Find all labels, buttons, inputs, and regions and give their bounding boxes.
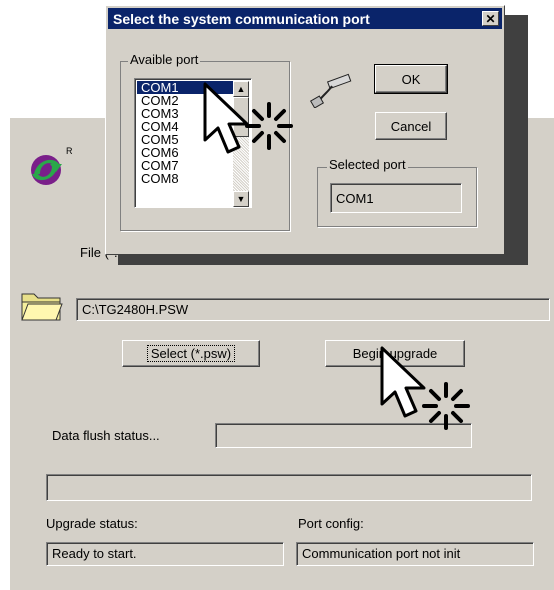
port-list-item[interactable]: COM8 (137, 172, 243, 185)
upgrade-status-field: Ready to start. (46, 542, 284, 566)
port-config-label: Port config: (298, 516, 364, 531)
port-select-dialog: Select the system communication port ✕ A… (105, 5, 505, 255)
cancel-button-label: Cancel (390, 118, 432, 134)
pointer-cursor-icon (380, 346, 480, 442)
select-file-button[interactable]: Select (*.psw) (122, 340, 260, 367)
ok-button[interactable]: OK (374, 64, 448, 94)
selected-port-field: COM1 (330, 183, 462, 213)
file-path-field[interactable]: C:\TG2480H.PSW (76, 298, 550, 321)
scroll-down-icon[interactable]: ▼ (233, 191, 249, 207)
serial-cable-icon (309, 72, 354, 109)
available-port-label: Avaible port (128, 52, 201, 67)
folder-icon[interactable] (20, 288, 64, 324)
dialog-titlebar[interactable]: Select the system communication port ✕ (108, 8, 502, 29)
pointer-cursor-icon (203, 82, 303, 168)
dialog-title: Select the system communication port (113, 11, 370, 27)
close-icon[interactable]: ✕ (482, 11, 499, 26)
upgrade-status-label: Upgrade status: (46, 516, 138, 531)
logo-registered-mark: R (66, 146, 73, 156)
logo-icon: R (28, 146, 73, 190)
port-config-field: Communication port not init (296, 542, 534, 566)
ok-button-label: OK (401, 71, 421, 87)
data-flush-label: Data flush status... (52, 428, 160, 443)
upgrade-progress-bar (46, 474, 532, 501)
cancel-button[interactable]: Cancel (375, 112, 447, 140)
select-file-button-label: Select (*.psw) (146, 345, 236, 362)
selected-port-label: Selected port (327, 157, 408, 172)
